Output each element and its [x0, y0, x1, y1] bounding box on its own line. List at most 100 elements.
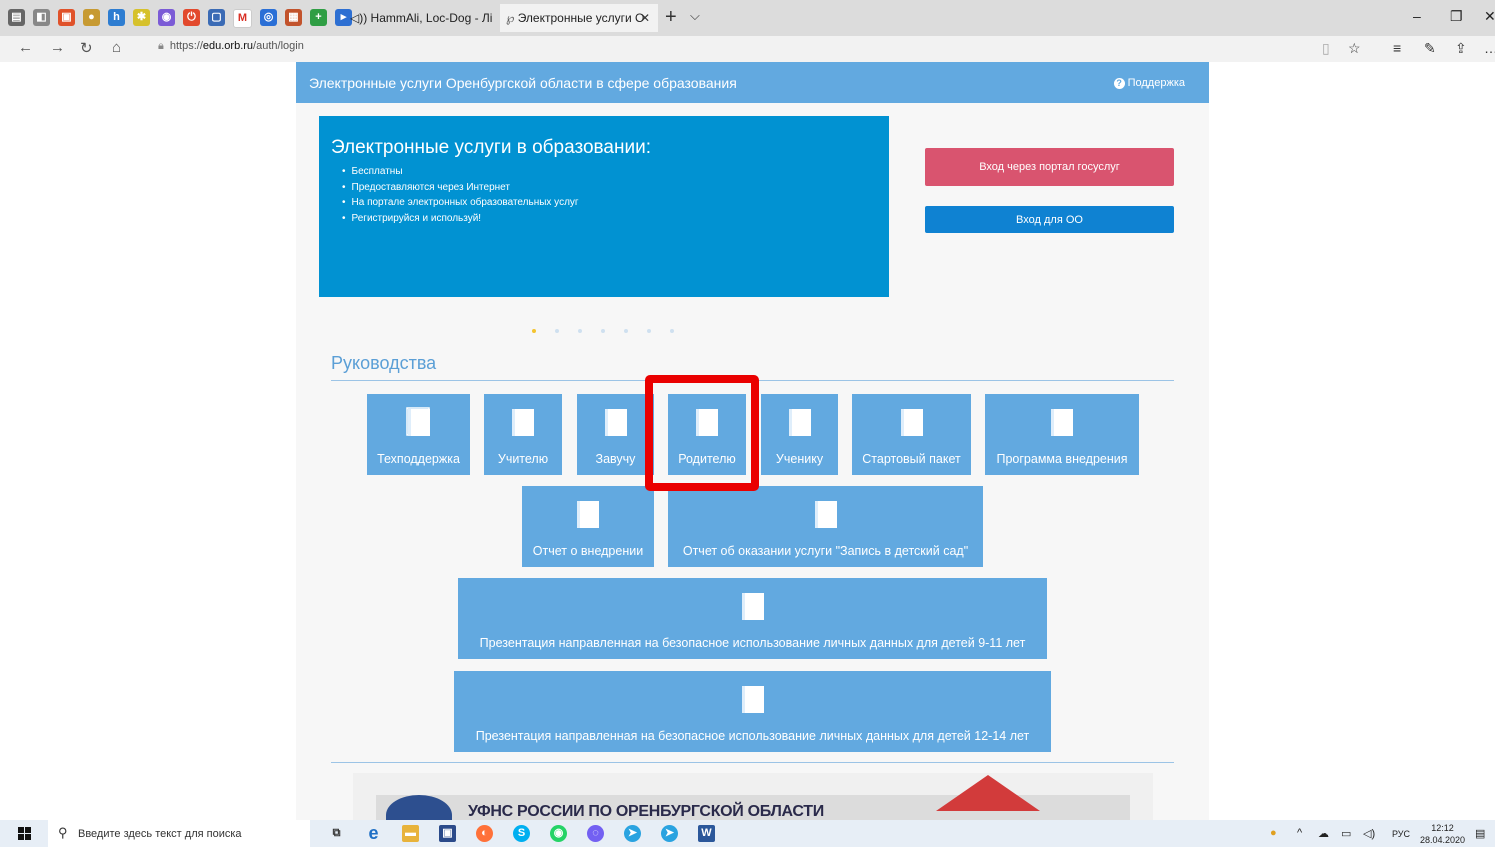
restore-button[interactable]: ❐	[1450, 8, 1463, 25]
guide-tile-kindergarten-report[interactable]: Отчет об оказании услуги "Запись в детск…	[668, 486, 983, 567]
guide-tile-presentation-9-11[interactable]: Презентация направленная на безопасное и…	[458, 578, 1047, 659]
save-disk-icon[interactable]: ▣	[439, 825, 456, 842]
whatsapp-icon[interactable]: ◉	[550, 825, 567, 842]
book-icon	[900, 409, 923, 436]
gmail-icon[interactable]: M	[233, 9, 252, 28]
banner-title: Электронные услуги в образовании:	[331, 137, 651, 158]
tab-label: Электронные услуги О	[517, 11, 645, 25]
guide-tile-presentation-12-14[interactable]: Презентация направленная на безопасное и…	[454, 671, 1051, 752]
guide-tile-implementation-program[interactable]: Программа внедрения	[985, 394, 1139, 475]
more-icon[interactable]: …	[1484, 40, 1495, 56]
share-icon[interactable]: ⇪	[1455, 40, 1467, 57]
site-header: Электронные услуги Оренбургской области …	[296, 62, 1209, 103]
search-icon: ⚲	[58, 825, 68, 840]
carousel-dot[interactable]	[624, 329, 628, 333]
question-icon: ?	[1113, 78, 1125, 89]
cloud-tray-icon[interactable]: ☁	[1318, 827, 1329, 840]
carousel-dot[interactable]	[578, 329, 582, 333]
guide-tile-student[interactable]: Ученику	[761, 394, 838, 475]
minimize-button[interactable]: –	[1413, 8, 1421, 24]
pinned-site-icon[interactable]: ▦	[285, 9, 302, 26]
pinned-site-icon[interactable]: ▢	[208, 9, 225, 26]
book-icon	[405, 407, 430, 436]
guide-tile-starter-pack[interactable]: Стартовый пакет	[852, 394, 971, 475]
book-icon	[814, 501, 837, 528]
volume-tray-icon[interactable]: ◁)	[1363, 827, 1375, 840]
oo-login-button[interactable]: Вход для ОО	[925, 206, 1174, 233]
viber-icon[interactable]: ◌	[587, 825, 604, 842]
url-field[interactable]: 🔒︎ https://edu.orb.ru/auth/login	[158, 40, 304, 53]
carousel-dot[interactable]	[670, 329, 674, 333]
book-icon	[512, 409, 534, 436]
forward-arrow-icon[interactable]: →	[50, 39, 65, 56]
banner-item: На портале электронных образовательных у…	[342, 195, 579, 211]
help-tray-icon[interactable]: ●	[1270, 827, 1277, 839]
carousel-dot-active[interactable]	[532, 329, 536, 333]
pinned-site-icon[interactable]: ◉	[158, 9, 175, 26]
site-title[interactable]: Электронные услуги Оренбургской области …	[309, 75, 737, 91]
guide-tile-label: Завучу	[595, 452, 636, 466]
tab-menu-chevron-icon[interactable]: ⌵	[690, 8, 700, 24]
pinned-site-icon[interactable]: +	[310, 9, 327, 26]
guide-tile-label: Программа внедрения	[996, 452, 1128, 466]
pinned-site-icon[interactable]: ▣	[58, 9, 75, 26]
word-icon[interactable]: W	[698, 825, 715, 842]
tab-preview-icon[interactable]: ▤	[8, 9, 25, 26]
carousel-dot[interactable]	[647, 329, 651, 333]
pinned-site-icon[interactable]: ⏻	[183, 9, 200, 26]
guide-tile-label: Ученику	[775, 452, 824, 466]
telegram-icon[interactable]: ➤	[624, 825, 641, 842]
banner-item: Предоставляются через Интернет	[342, 180, 579, 196]
pinned-tab-icons: ▤ ◧ ▣ ● h ✱ ◉ ⏻ ▢ M ◎ ▦ + ▸	[8, 9, 360, 28]
guide-tile-techsupport[interactable]: Техподдержка	[367, 394, 470, 475]
book-icon	[577, 501, 599, 528]
windows-start-icon[interactable]	[18, 827, 32, 841]
pinned-site-icon[interactable]: h	[108, 9, 125, 26]
close-window-button[interactable]: ✕	[1484, 8, 1495, 25]
pinned-site-icon[interactable]: ◎	[260, 9, 277, 26]
tab-aside-icon[interactable]: ◧	[33, 9, 50, 26]
network-tray-icon[interactable]: ▭	[1341, 827, 1351, 840]
carousel-dots	[532, 329, 693, 333]
pinned-site-icon[interactable]: ●	[83, 9, 100, 26]
favorites-hub-icon[interactable]: ≡	[1393, 40, 1401, 56]
reading-view-icon[interactable]: ▯	[1322, 40, 1330, 57]
home-icon[interactable]: ⌂	[112, 39, 121, 56]
tab-hammali[interactable]: ◁)) HammAli, Loc-Dog - Лі	[350, 4, 498, 32]
guide-tile-label: Учителю	[497, 452, 549, 466]
pen-icon[interactable]: ✎	[1424, 40, 1436, 57]
back-arrow-icon[interactable]: ←	[18, 39, 33, 56]
pinned-site-icon[interactable]: ✱	[133, 9, 150, 26]
clock[interactable]: 12:12 28.04.2020	[1420, 822, 1465, 846]
lock-icon: 🔒︎	[158, 40, 164, 52]
telegram-icon[interactable]: ➤	[661, 825, 678, 842]
support-link[interactable]: ? Поддержка	[1113, 77, 1185, 89]
edge-icon[interactable]: e	[365, 824, 382, 842]
language-indicator[interactable]: РУС	[1392, 829, 1410, 839]
tab-edu-orb[interactable]: ℘ Электронные услуги О ✕	[500, 4, 658, 32]
guide-tile-label: Презентация направленная на безопасное и…	[479, 636, 1026, 650]
taskbar-search[interactable]: ⚲ Введите здесь текст для поиска	[48, 820, 310, 847]
ufns-banner-text: УФНС РОССИИ ПО ОРЕНБУРГСКОЙ ОБЛАСТИ	[468, 803, 824, 820]
gosuslugi-login-button[interactable]: Вход через портал госуслуг	[925, 148, 1174, 186]
refresh-icon[interactable]: ↻	[80, 39, 93, 57]
taskbar-search-placeholder: Введите здесь текст для поиска	[78, 828, 242, 840]
book-icon	[741, 686, 764, 713]
task-view-icon[interactable]: ⧉	[328, 825, 345, 842]
tab-close-icon[interactable]: ✕	[640, 4, 650, 32]
guide-tile-head-teacher[interactable]: Завучу	[577, 394, 654, 475]
favorite-star-icon[interactable]: ☆	[1348, 40, 1361, 57]
tray-chevron-icon[interactable]: ^	[1297, 827, 1302, 839]
carousel-dot[interactable]	[601, 329, 605, 333]
ufns-banner[interactable]: УФНС РОССИИ ПО ОРЕНБУРГСКОЙ ОБЛАСТИ	[353, 773, 1153, 820]
guide-tile-label: Презентация направленная на безопасное и…	[475, 729, 1030, 743]
file-explorer-icon[interactable]: ▬	[402, 825, 419, 842]
guide-tile-teacher[interactable]: Учителю	[484, 394, 562, 475]
guide-tile-implementation-report[interactable]: Отчет о внедрении	[522, 486, 654, 567]
notifications-icon[interactable]: ▤	[1475, 827, 1485, 840]
skype-icon[interactable]: S	[513, 825, 530, 842]
firefox-icon[interactable]: ◐	[476, 825, 493, 842]
new-tab-button[interactable]: +	[665, 6, 677, 29]
carousel-dot[interactable]	[555, 329, 559, 333]
address-bar: ← → ↻ ⌂ 🔒︎ https://edu.orb.ru/auth/login …	[0, 36, 1495, 62]
